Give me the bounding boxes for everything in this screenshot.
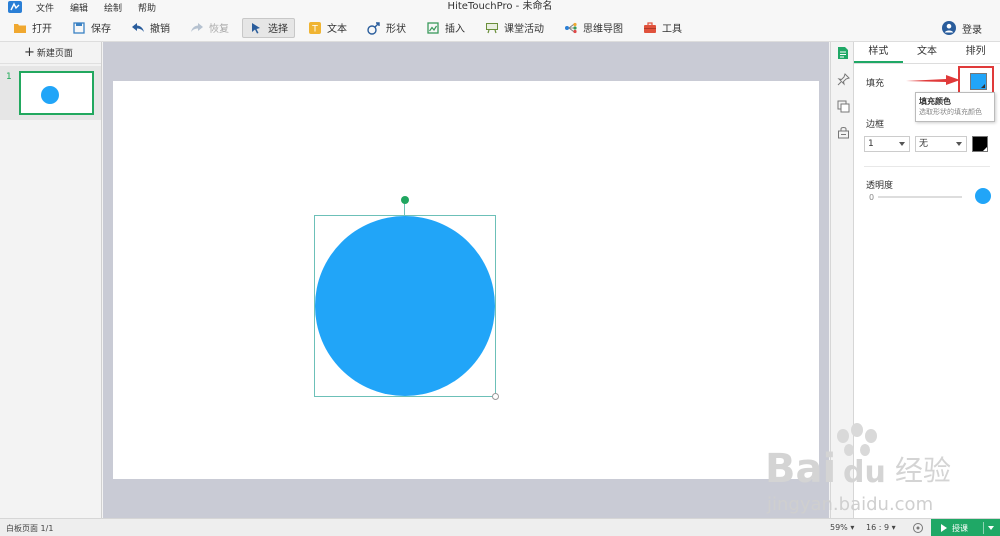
shape-icon xyxy=(367,21,381,35)
thumbnail-circle-shape xyxy=(41,86,59,104)
menu-draw[interactable]: 绘制 xyxy=(104,1,122,14)
redo-icon xyxy=(190,21,204,35)
opacity-label: 透明度 xyxy=(866,181,894,191)
border-label: 边框 xyxy=(866,120,885,130)
rotation-handle[interactable] xyxy=(401,196,409,204)
opacity-value: 0 xyxy=(869,193,875,202)
fill-label: 填充 xyxy=(866,79,885,89)
insert-image-icon xyxy=(426,21,440,35)
selection-box xyxy=(314,215,496,397)
plus-icon: + xyxy=(24,45,35,60)
open-button[interactable]: 打开 xyxy=(6,18,59,38)
chevron-down-icon[interactable] xyxy=(988,526,994,530)
whiteboard-canvas[interactable] xyxy=(113,81,819,479)
border-width-select[interactable]: 1 xyxy=(864,136,910,152)
page-panel: + 新建页面 1 xyxy=(0,42,102,518)
pin-icon[interactable] xyxy=(836,72,850,86)
border-color-swatch[interactable] xyxy=(972,136,988,152)
fill-color-swatch[interactable] xyxy=(970,73,987,90)
menu-edit[interactable]: 编辑 xyxy=(70,1,88,14)
tab-style[interactable]: 样式 xyxy=(854,42,903,63)
page-indicator: 白板页面 1/1 xyxy=(6,524,54,533)
tab-arrange[interactable]: 排列 xyxy=(951,42,1000,63)
mindmap-button[interactable]: 思维导图 xyxy=(557,18,630,38)
play-icon xyxy=(941,524,947,532)
classroom-board-icon xyxy=(485,21,499,35)
menu-bar: 文件 编辑 绘制 帮助 xyxy=(0,0,1000,14)
cursor-arrow-icon xyxy=(249,21,263,35)
text-tool-button[interactable]: T 文本 xyxy=(301,18,354,38)
status-bar: 白板页面 1/1 59% ▾ 16 : 9 ▾ 授课 xyxy=(0,518,1000,536)
tooltip-description: 选取形状的填充颜色 xyxy=(919,108,982,116)
property-panel: 样式 文本 排列 填充 填充颜色 选取形状的填充颜色 边框 1 无 透明度 0 xyxy=(854,42,1000,518)
classroom-activity-button[interactable]: 课堂活动 xyxy=(478,18,551,38)
page-thumbnail[interactable] xyxy=(19,71,94,115)
save-button[interactable]: 保存 xyxy=(65,18,118,38)
rotation-handle-line xyxy=(404,203,405,215)
login-button[interactable]: 登录 xyxy=(942,18,982,38)
undo-button[interactable]: 撤销 xyxy=(124,18,177,38)
zoom-select[interactable]: 59% ▾ xyxy=(830,523,854,532)
shape-tool-button[interactable]: 形状 xyxy=(360,18,413,38)
layers-icon[interactable] xyxy=(836,99,850,113)
style-doc-icon[interactable] xyxy=(836,46,850,60)
tab-text[interactable]: 文本 xyxy=(903,42,952,63)
redo-button[interactable]: 恢复 xyxy=(183,18,236,38)
tools-button[interactable]: 工具 xyxy=(636,18,689,38)
save-icon xyxy=(72,21,86,35)
chevron-down-icon xyxy=(956,142,962,146)
resize-handle[interactable] xyxy=(492,393,499,400)
new-page-button[interactable]: + 新建页面 xyxy=(0,42,101,64)
app-logo-icon xyxy=(6,0,24,14)
red-arrow-annotation-icon xyxy=(906,75,960,85)
fill-color-tooltip: 填充颜色 选取形状的填充颜色 xyxy=(915,92,995,122)
screen-settings-icon[interactable] xyxy=(912,522,924,534)
border-style-select[interactable]: 无 xyxy=(915,136,967,152)
opacity-slider-track[interactable] xyxy=(878,196,962,198)
undo-icon xyxy=(131,21,145,35)
property-icon-strip xyxy=(830,42,854,518)
aspect-ratio-select[interactable]: 16 : 9 ▾ xyxy=(866,523,896,532)
opacity-slider-thumb[interactable] xyxy=(975,188,991,204)
insert-button[interactable]: 插入 xyxy=(419,18,472,38)
canvas-area xyxy=(103,42,829,518)
page-number: 1 xyxy=(6,72,12,82)
present-button[interactable]: 授课 xyxy=(931,519,1000,536)
select-tool-button[interactable]: 选择 xyxy=(242,17,295,38)
menu-file[interactable]: 文件 xyxy=(36,1,54,14)
menu-help[interactable]: 帮助 xyxy=(138,1,156,14)
lock-box-icon[interactable] xyxy=(836,125,850,139)
page-thumbnail-row[interactable]: 1 xyxy=(0,66,101,120)
tooltip-title: 填充颜色 xyxy=(919,97,951,106)
divider xyxy=(864,166,990,167)
toolbox-icon xyxy=(643,21,657,35)
chevron-down-icon xyxy=(899,142,905,146)
svg-text:T: T xyxy=(311,24,318,34)
user-avatar-icon xyxy=(942,21,956,35)
toolbar: 打开 保存 撤销 恢复 选择 T 文本 形状 插入 课堂活动 思维导图 工具 登… xyxy=(0,14,1000,42)
mindmap-icon xyxy=(564,21,578,35)
folder-icon xyxy=(13,21,27,35)
text-icon: T xyxy=(308,21,322,35)
